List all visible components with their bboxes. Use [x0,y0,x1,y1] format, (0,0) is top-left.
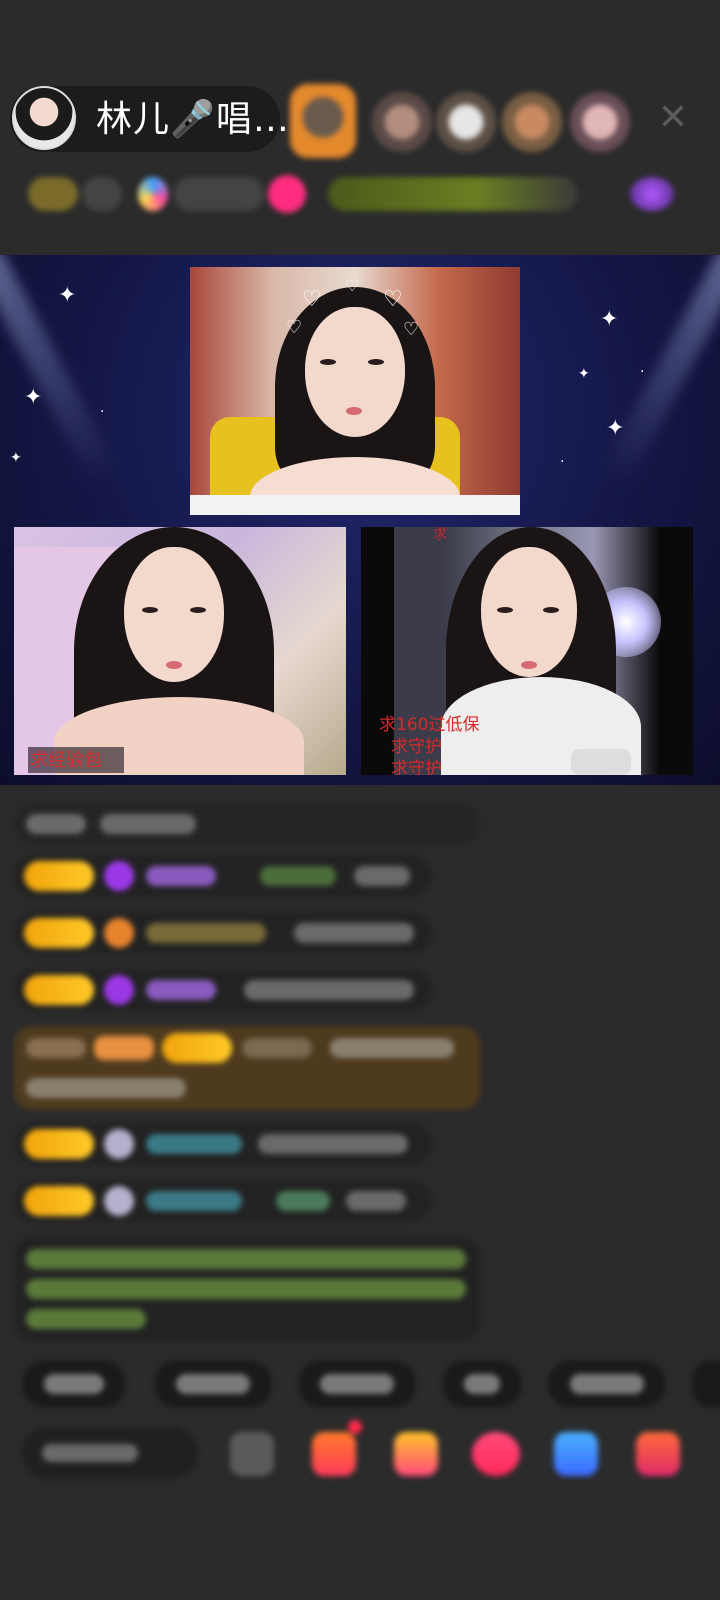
game-icon[interactable] [554,1432,598,1476]
top-viewer-avatar[interactable] [290,84,356,158]
activity-icon[interactable] [630,177,674,211]
level-chip [82,177,122,211]
announcement-chip[interactable] [328,177,578,211]
chat-input[interactable] [22,1427,198,1479]
chat-message[interactable] [14,855,432,897]
close-icon[interactable]: ✕ [655,100,691,136]
left-cam-caption: 求经验包 [30,750,102,771]
avatar [104,1129,134,1159]
chat-highlight-message[interactable] [14,1026,480,1110]
level-badge [24,861,94,891]
chat-system-message [14,803,480,845]
notification-dot [348,1420,362,1434]
right-cam-caption-3: 求守护 [391,759,442,775]
quick-reply-button[interactable] [442,1360,522,1408]
chat-system-notice [14,1237,480,1341]
guest-video-feed-right[interactable]: 求 求160过低保 求守护 求守护 [361,527,693,775]
room-info-row [18,170,686,218]
top-viewer-avatar[interactable] [570,92,630,152]
gem-icon [104,861,134,891]
quick-reply-button[interactable] [298,1360,416,1408]
gem-icon [104,918,134,948]
rank-icon[interactable] [138,177,168,211]
gift-box-icon[interactable] [636,1432,680,1476]
reward-icon[interactable] [472,1432,520,1476]
right-cam-caption-1: 求160过低保 [379,715,480,735]
more-icon[interactable] [230,1432,274,1476]
right-cam-vertical-text: 求 [433,527,447,543]
quick-reply-button[interactable] [548,1360,666,1408]
quick-reply-button[interactable] [22,1360,126,1408]
guest-video-feed-left[interactable]: 求经验包 [14,527,346,775]
host-video-feed[interactable]: ♡ ♡ ♡ ♡ ♡ [190,267,520,515]
right-cam-caption-2: 求守护 [391,737,442,757]
gem-icon [104,975,134,1005]
chat-message[interactable] [14,912,432,954]
chat-message[interactable] [14,1123,432,1165]
level-chip[interactable] [28,177,78,211]
host-name[interactable]: 林儿🎤唱… [96,98,290,142]
rank-chip [174,177,264,211]
lucky-bag-icon[interactable] [394,1432,438,1476]
gift-icon[interactable] [312,1432,356,1476]
top-viewer-avatar[interactable] [436,92,496,152]
host-avatar[interactable] [12,86,76,150]
quick-reply-button[interactable] [692,1360,720,1408]
top-viewer-avatar[interactable] [372,92,432,152]
follow-icon[interactable] [268,175,306,213]
level-badge [24,1129,94,1159]
top-viewer-avatar[interactable] [502,92,562,152]
level-badge [24,1186,94,1216]
live-stage: ✦ ✦ ✦ · ✦ ✦ ✦ · · ♡ ♡ ♡ ♡ ♡ 求经验包 求 求160过… [0,255,720,785]
avatar [104,1186,134,1216]
chat-message[interactable] [14,969,432,1011]
level-badge [24,975,94,1005]
level-badge [24,918,94,948]
level-badge [162,1033,232,1063]
chat-message[interactable] [14,1180,432,1222]
quick-reply-button[interactable] [154,1360,272,1408]
